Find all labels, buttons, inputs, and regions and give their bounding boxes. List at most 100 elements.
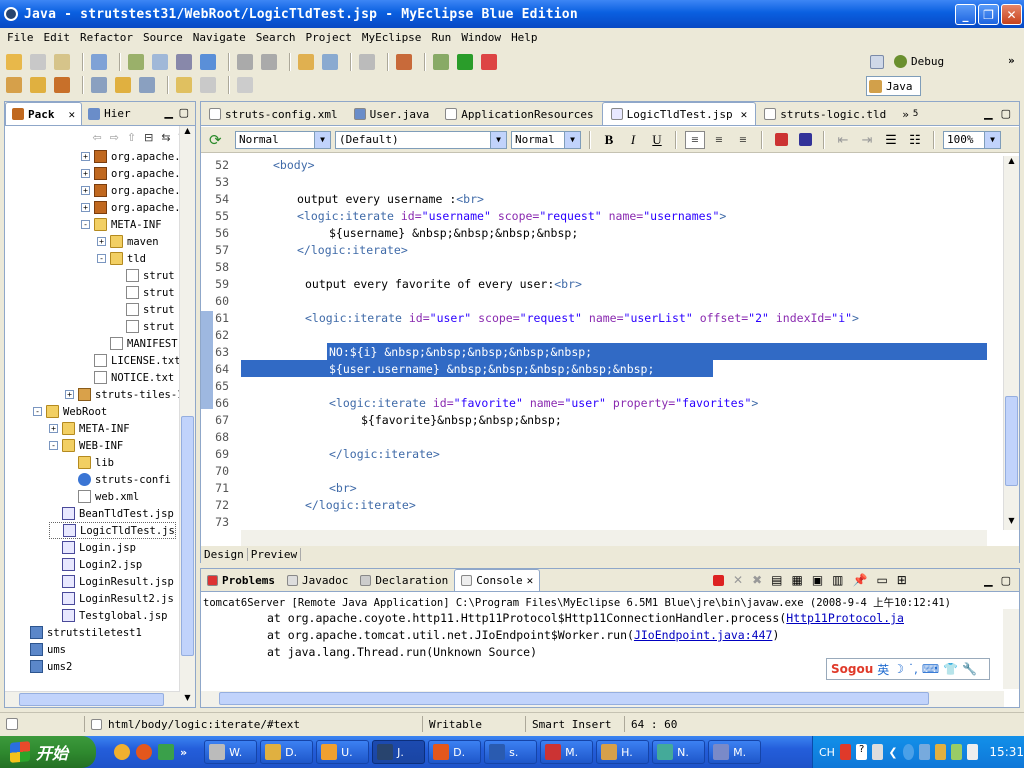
- up-arrow-icon[interactable]: ⇧: [127, 131, 136, 144]
- code-line[interactable]: 53: [201, 173, 987, 190]
- scroll-down-icon[interactable]: ▼: [1004, 516, 1019, 530]
- tree-item[interactable]: strut: [113, 284, 175, 301]
- taskbar-window-button[interactable]: H.: [596, 740, 650, 764]
- editor-vertical-scrollbar[interactable]: ▲ ▼: [1003, 156, 1019, 530]
- remove-all-icon[interactable]: ✖: [752, 573, 762, 587]
- tree-item[interactable]: + maven: [97, 233, 159, 250]
- code-area[interactable]: 52 <body> 53 54 output every username :<br> 5…: [201, 156, 987, 530]
- tree-item[interactable]: - WebRoot: [33, 403, 107, 420]
- bullet-list-icon[interactable]: ☷: [905, 131, 925, 149]
- toolbar-action-icon[interactable]: [176, 77, 192, 93]
- taskbar-window-button[interactable]: M.: [708, 740, 762, 764]
- scroll-up-icon[interactable]: ▲: [1004, 156, 1019, 170]
- tab-hierarchy[interactable]: Hier: [82, 103, 137, 125]
- toolbar-action-icon[interactable]: [261, 54, 277, 70]
- close-icon[interactable]: ✕: [69, 108, 76, 121]
- open-console-icon[interactable]: ⊞: [897, 573, 907, 587]
- toolbar-action-icon[interactable]: [91, 77, 107, 93]
- tree-hscroll-thumb[interactable]: [19, 693, 164, 706]
- tree-item[interactable]: + org.apache.s: [81, 148, 181, 165]
- code-line[interactable]: 66 <logic:iterate id="favorite" name="use…: [201, 394, 987, 411]
- menu-project[interactable]: Project: [300, 31, 356, 44]
- chevron-left-icon[interactable]: ❮: [888, 746, 897, 759]
- wrench-icon[interactable]: 🔧: [962, 662, 977, 676]
- tab-design[interactable]: Design: [201, 548, 248, 561]
- perspective-debug[interactable]: Debug: [894, 55, 944, 68]
- open-perspective-icon[interactable]: [870, 55, 884, 69]
- code-line[interactable]: 67 ${favorite}&nbsp;&nbsp;&nbsp;: [201, 411, 987, 428]
- chevron-more-icon[interactable]: »: [1008, 54, 1015, 67]
- pin-console-icon[interactable]: 📌: [853, 573, 868, 587]
- tree-item[interactable]: LICENSE.txt: [81, 352, 181, 369]
- tree-item[interactable]: + org.apache.s: [81, 165, 181, 182]
- bold-button[interactable]: B: [599, 131, 619, 149]
- remove-launch-icon[interactable]: ✕: [733, 573, 743, 587]
- maximize-view-icon[interactable]: ▢: [1001, 574, 1011, 587]
- editor-tab[interactable]: LogicTldTest.jsp ✕: [601, 102, 757, 125]
- align-left-icon[interactable]: ≡: [685, 130, 705, 149]
- tree-item[interactable]: + struts-tiles-1.: [65, 386, 181, 403]
- tree-scroll-thumb[interactable]: [181, 416, 194, 656]
- toolbar-action-icon[interactable]: [200, 54, 216, 70]
- expand-icon[interactable]: +: [49, 424, 58, 433]
- tree-item[interactable]: Login.jsp: [49, 539, 136, 556]
- tree-item[interactable]: LoginResult.jsp: [49, 573, 174, 590]
- taskbar-window-button[interactable]: U.: [316, 740, 370, 764]
- code-line[interactable]: 61 <logic:iterate id="user" scope="reques…: [201, 309, 987, 326]
- code-line[interactable]: 65: [201, 377, 987, 394]
- toolbar-action-icon[interactable]: [237, 54, 253, 70]
- expand-icon[interactable]: +: [97, 237, 106, 246]
- code-line[interactable]: 62: [201, 326, 987, 343]
- expand-icon[interactable]: +: [81, 203, 90, 212]
- language-indicator[interactable]: CH: [819, 746, 835, 759]
- taskbar-window-button[interactable]: D.: [260, 740, 314, 764]
- tree-item[interactable]: - META-INF: [81, 216, 162, 233]
- code-line[interactable]: 59 output every favorite of every user:<b…: [201, 275, 987, 292]
- toolbar-action-icon[interactable]: [54, 54, 70, 70]
- clock[interactable]: 15:31: [989, 745, 1024, 759]
- console-vertical-scrollbar[interactable]: [1003, 609, 1019, 689]
- menu-search[interactable]: Search: [251, 31, 301, 44]
- sogou-tray-icon[interactable]: [839, 744, 852, 760]
- toolbar-action-icon[interactable]: [200, 77, 216, 93]
- expand-icon[interactable]: +: [65, 390, 74, 399]
- code-line[interactable]: 57 </logic:iterate>: [201, 241, 987, 258]
- tray-app-icon[interactable]: [951, 744, 963, 760]
- scroll-up-icon[interactable]: ▲: [180, 126, 195, 140]
- tree-item[interactable]: strutstiletest1: [17, 624, 142, 641]
- tree-item[interactable]: Login2.jsp: [49, 556, 142, 573]
- tree-item[interactable]: LogicTldTest.js: [49, 522, 176, 539]
- menu-help[interactable]: Help: [506, 31, 543, 44]
- tree-item[interactable]: - WEB-INF: [49, 437, 123, 454]
- stacktrace-link[interactable]: Http11Protocol.ja: [786, 611, 904, 625]
- restore-button[interactable]: ❐: [978, 4, 999, 25]
- zoom-select[interactable]: 100% ▼: [943, 130, 1001, 149]
- refresh-icon[interactable]: ⟳: [209, 131, 231, 149]
- menu-run[interactable]: Run: [426, 31, 456, 44]
- tree-item[interactable]: + org.apache.s: [81, 199, 181, 216]
- menu-edit[interactable]: Edit: [39, 31, 76, 44]
- collapse-icon[interactable]: -: [49, 441, 58, 450]
- text-color-icon[interactable]: [795, 131, 815, 149]
- toolbar-action-icon[interactable]: [237, 77, 253, 93]
- taskbar-window-button[interactable]: W.: [204, 740, 258, 764]
- editor-tab[interactable]: User.java: [346, 103, 438, 125]
- align-center-icon[interactable]: ≡: [709, 131, 729, 149]
- taskbar-window-button[interactable]: M.: [540, 740, 594, 764]
- underline-button[interactable]: U: [647, 131, 667, 149]
- toolbar-action-icon[interactable]: [152, 54, 168, 70]
- tree-item[interactable]: - tld: [97, 250, 146, 267]
- close-button[interactable]: ✕: [1001, 4, 1022, 25]
- toolbar-action-icon[interactable]: [30, 54, 46, 70]
- indent-icon[interactable]: ⇥: [857, 131, 877, 149]
- toolbar-action-icon[interactable]: [139, 77, 155, 93]
- console-line[interactable]: at org.apache.coyote.http11.Http11Protoc…: [267, 611, 904, 625]
- toolbar-action-icon[interactable]: [359, 54, 375, 70]
- toolbar-action-icon[interactable]: [91, 54, 107, 70]
- tree-item[interactable]: lib: [65, 454, 114, 471]
- taskbar-window-button[interactable]: J.: [372, 740, 426, 764]
- editor-tab[interactable]: ApplicationResources: [437, 103, 601, 125]
- display-console-icon[interactable]: ▭: [876, 573, 887, 587]
- forward-arrow-icon[interactable]: ⇨: [110, 131, 119, 144]
- quicklaunch-app-icon[interactable]: [114, 744, 130, 760]
